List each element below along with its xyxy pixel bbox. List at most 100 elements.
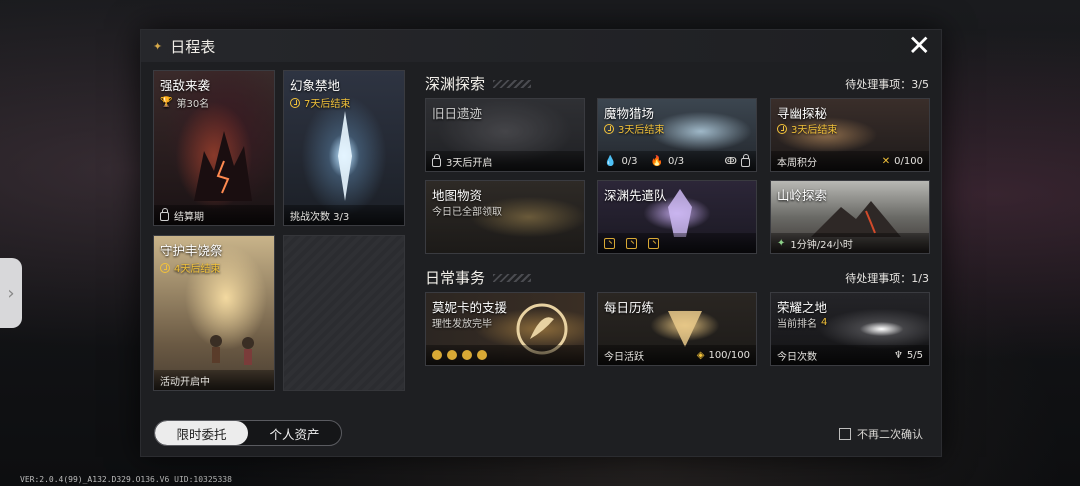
- clock-icon: [290, 97, 300, 108]
- card-footer: [426, 345, 584, 365]
- card-footer: 今日次数 ♆ 5/5: [771, 345, 929, 365]
- skip-confirm-option[interactable]: 不再二次确认: [839, 426, 923, 442]
- card-strong-enemy[interactable]: 强敌来袭 🏆 第30名 结算期: [153, 70, 275, 226]
- status-text: 1分钟/24小时: [790, 239, 853, 251]
- section-title: 深渊探索: [425, 75, 486, 93]
- hourglass-icon: [626, 237, 637, 249]
- time-left-label: 4天后结束: [174, 264, 221, 275]
- time-left-label: 3天后结束: [791, 125, 838, 136]
- status-text: 本周积分: [777, 157, 817, 169]
- panel-header: ✦ 日程表: [141, 30, 941, 62]
- card-footer: 结算期: [154, 205, 274, 225]
- card-daily-training[interactable]: 每日历练 今日活跃 ◈ 100/100: [597, 292, 757, 366]
- card-footer: 活动开启中: [154, 370, 274, 390]
- activity-value: 100/100: [708, 349, 750, 361]
- lock-icon: [741, 153, 750, 167]
- card-title: 守护丰饶祭: [160, 243, 223, 258]
- score-value: 0/100: [894, 155, 923, 167]
- card-title: 幻象禁地: [290, 78, 341, 93]
- hourglass-icon: [604, 237, 615, 249]
- panel-title: 日程表: [170, 37, 216, 56]
- status-text: 结算期: [174, 211, 204, 223]
- card-footer: 本周积分 ✕ 0/100: [771, 151, 929, 171]
- card-glory-land[interactable]: 荣耀之地 当前排名 4 今日次数 ♆ 5/5: [770, 292, 930, 366]
- card-title: 寻幽探秘: [777, 106, 828, 121]
- light-pillar-art: [338, 111, 352, 201]
- sparkle-icon: ✦: [777, 237, 786, 249]
- card-footer: 3天后开启: [426, 151, 584, 171]
- dark-castle-art: [194, 131, 252, 201]
- card-subtitle: 理性发放完毕: [432, 319, 492, 330]
- card-title: 旧日遗迹: [432, 106, 483, 121]
- card-footer: 今日活跃 ◈ 100/100: [598, 345, 756, 365]
- card-title: 地图物资: [432, 188, 483, 203]
- section-daily-header: 日常事务: [425, 267, 532, 288]
- decorative-stripes: [493, 273, 532, 282]
- card-footer: [598, 233, 756, 253]
- decorative-stripes: [493, 79, 532, 88]
- card-title: 每日历练: [604, 300, 655, 315]
- reward-icon: [462, 350, 472, 360]
- lock-icon: [160, 207, 169, 221]
- card-monica-support[interactable]: 莫妮卡的支援 理性发放完毕: [425, 292, 585, 366]
- schedule-panel: ✦ 日程表 ✕ 强敌来袭 🏆 第30名 结算期 幻象禁地 7天后结束 挑战次数 3…: [140, 29, 942, 457]
- trident-icon: ♆: [893, 349, 903, 361]
- card-old-ruins[interactable]: 旧日遗迹 3天后开启: [425, 98, 585, 172]
- version-label: VER:2.0.4(99)_A132.D329.O136.V6 UID:1032…: [20, 475, 232, 484]
- status-text: 今日次数: [777, 351, 817, 363]
- clock-icon: [604, 123, 614, 134]
- flame-icon: 🔥: [650, 155, 663, 167]
- card-harvest-festival[interactable]: 守护丰饶祭 4天后结束 活动开启中: [153, 235, 275, 391]
- reward-icon: [432, 350, 442, 360]
- status-text: 今日活跃: [604, 351, 644, 363]
- card-subtitle: 今日已全部领取: [432, 207, 502, 218]
- tab-personal-assets[interactable]: 个人资产: [248, 421, 341, 445]
- card-seek-explore[interactable]: 寻幽探秘 3天后结束 本周积分 ✕ 0/100: [770, 98, 930, 172]
- chevron-right-icon: ›: [7, 282, 15, 304]
- attempts-value: 5/5: [906, 349, 923, 361]
- card-footer: 💧 0/3 🔥 0/3 ↂ: [598, 151, 756, 171]
- section-title: 日常事务: [425, 269, 486, 287]
- skip-confirm-checkbox[interactable]: [839, 428, 851, 440]
- category-tabs: 限时委托 个人资产: [154, 420, 342, 446]
- clock-icon: [160, 262, 170, 273]
- time-left-label: 7天后结束: [304, 99, 351, 110]
- reward-icon: [477, 350, 487, 360]
- card-mountain-explore[interactable]: 山岭探索 ✦ 1分钟/24小时: [770, 180, 930, 254]
- rank-label: 当前排名: [777, 319, 817, 330]
- swirl-icon: ↂ: [724, 155, 737, 167]
- card-title: 荣耀之地: [777, 300, 828, 315]
- reward-icon: [447, 350, 457, 360]
- card-title: 强敌来袭: [160, 78, 211, 93]
- card-footer: ✦ 1分钟/24小时: [771, 233, 929, 253]
- rank-value: 4: [821, 317, 828, 328]
- card-abyss-vanguard[interactable]: 深渊先遣队: [597, 180, 757, 254]
- trophy-icon: 🏆: [160, 97, 173, 108]
- cross-swords-icon: ✕: [881, 155, 891, 167]
- abyss-pending-count: 待处理事项：3/5: [845, 78, 929, 91]
- tab-limited-commission[interactable]: 限时委托: [155, 421, 248, 445]
- counter-2: 0/3: [668, 155, 685, 167]
- card-map-supplies[interactable]: 地图物资 今日已全部领取: [425, 180, 585, 254]
- sparkle-icon: ✦: [153, 39, 163, 53]
- section-abyss-header: 深渊探索: [425, 73, 532, 94]
- droplet-icon: 💧: [604, 155, 617, 167]
- daily-pending-count: 待处理事项：1/3: [845, 272, 929, 285]
- counter-1: 0/3: [621, 155, 638, 167]
- close-button[interactable]: ✕: [908, 32, 931, 60]
- card-footer: 挑战次数 3/3: [284, 205, 404, 225]
- card-illusion-zone[interactable]: 幻象禁地 7天后结束 挑战次数 3/3: [283, 70, 405, 226]
- skip-confirm-label: 不再二次确认: [857, 428, 923, 441]
- status-text: 3天后开启: [446, 157, 493, 169]
- status-text: 挑战次数 3/3: [290, 211, 350, 223]
- status-text: 活动开启中: [160, 376, 210, 388]
- prism-art: [668, 311, 702, 347]
- card-title: 魔物猎场: [604, 106, 655, 121]
- side-expand-tab[interactable]: ›: [0, 258, 22, 328]
- card-monster-hunt[interactable]: 魔物猎场 3天后结束 💧 0/3 🔥 0/3 ↂ: [597, 98, 757, 172]
- card-title: 深渊先遣队: [604, 188, 667, 203]
- rank-label: 第30名: [176, 99, 210, 110]
- activity-icon: ◈: [696, 349, 705, 361]
- hourglass-icon: [648, 237, 659, 249]
- time-left-label: 3天后结束: [618, 125, 665, 136]
